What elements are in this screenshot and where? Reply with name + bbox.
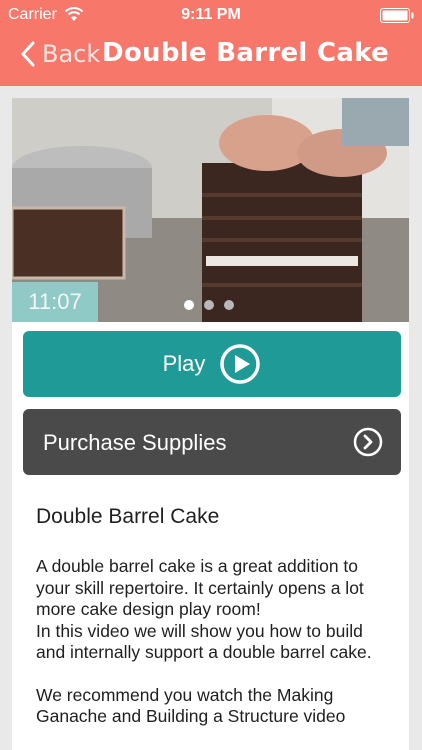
description-body: A double barrel cake is a great addition… <box>36 556 396 750</box>
page-dot[interactable] <box>224 300 234 310</box>
battery-icon <box>380 8 414 23</box>
status-bar: Carrier 9:11 PM <box>0 0 422 30</box>
content-card: 11:07 Play Purchase Supplies Double Barr… <box>12 98 409 750</box>
description-title: Double Barrel Cake <box>36 505 220 528</box>
chevron-right-circle-icon <box>353 427 383 457</box>
duration-badge: 11:07 <box>12 282 98 322</box>
back-label: Back <box>42 40 101 68</box>
page-title: Double Barrel Cake <box>102 38 390 68</box>
description-paragraph: In this video we will show you how to bu… <box>36 620 372 663</box>
page-dot[interactable] <box>204 300 214 310</box>
video-thumbnail[interactable]: 11:07 <box>12 98 409 322</box>
page-dot[interactable] <box>184 300 194 310</box>
page-indicator[interactable] <box>184 300 234 310</box>
purchase-supplies-label: Purchase Supplies <box>43 430 227 455</box>
clock: 9:11 PM <box>181 6 241 23</box>
purchase-supplies-button[interactable]: Purchase Supplies <box>23 409 401 475</box>
description-paragraph: A double barrel cake is a great addition… <box>36 556 364 619</box>
back-button[interactable]: Back <box>20 36 100 72</box>
play-icon <box>220 344 261 384</box>
description-paragraph: We recommend you watch the Making Ganach… <box>36 684 346 727</box>
play-button[interactable]: Play <box>23 331 401 397</box>
chevron-left-icon <box>21 41 35 67</box>
play-label: Play <box>162 351 206 376</box>
header-bar: Carrier 9:11 PM Back Double Barrel Cake <box>0 0 422 86</box>
